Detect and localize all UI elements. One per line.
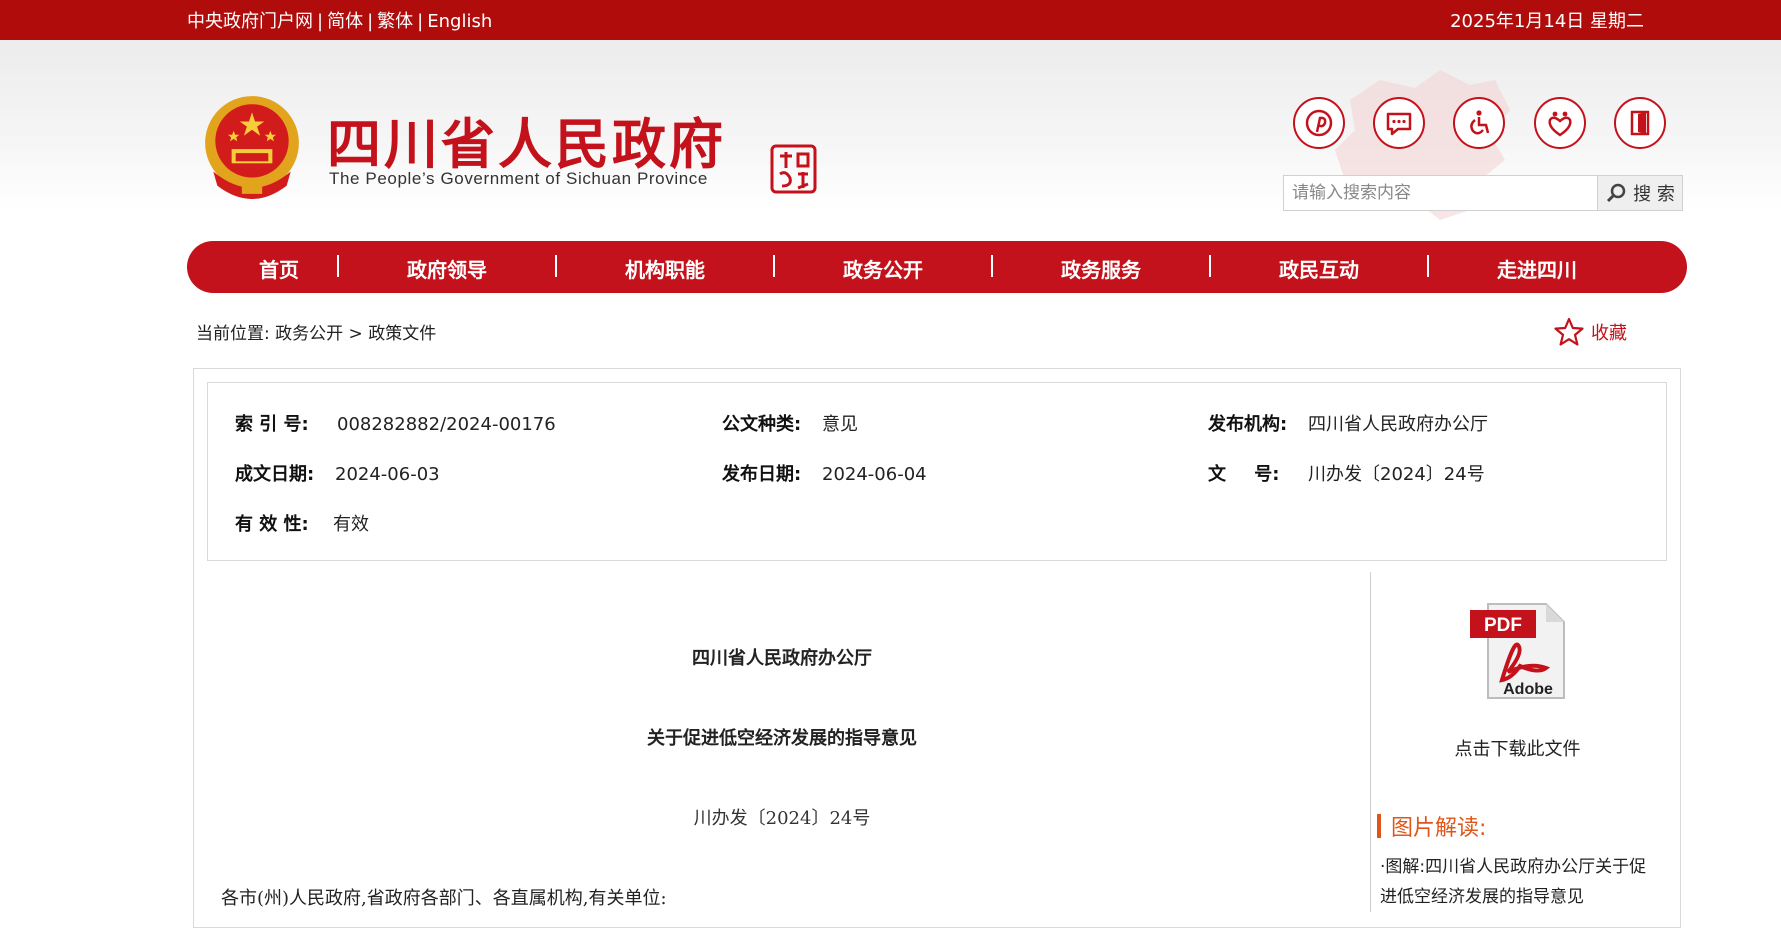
care-mode-button[interactable] (1534, 97, 1586, 149)
nav-divider (555, 255, 557, 277)
link-english[interactable]: English (427, 11, 492, 32)
pdf-icon[interactable]: PDF Adobe (1468, 600, 1568, 702)
message-icon (1386, 112, 1412, 136)
meta-validity-label: 有 效 性: (235, 514, 309, 535)
column-divider (1370, 572, 1371, 912)
nav-divider (1209, 255, 1211, 277)
link-central-gov[interactable]: 中央政府门户网 (187, 11, 313, 32)
top-bar: 中央政府门户网 | 简体 | 繁体 | English 2025年1月14日 星期二 (0, 0, 1781, 40)
picture-interpretation-link[interactable]: ·图解:四川省人民政府办公厅关于促进低空经济发展的指导意见 (1380, 852, 1660, 912)
nav-gov-affairs[interactable]: 政务公开 (843, 254, 923, 283)
exit-button[interactable] (1614, 97, 1666, 149)
pinterest-button[interactable] (1293, 97, 1345, 149)
accessibility-button[interactable] (1453, 97, 1505, 149)
link-simplified[interactable]: 简体 (327, 11, 363, 32)
meta-index-value: 008282882/2024-00176 (337, 414, 556, 435)
message-button[interactable] (1373, 97, 1425, 149)
heading-accent-bar (1377, 814, 1381, 838)
document-salutation: 各市(州)人民政府,省政府各部门、各直属机构,有关单位: (221, 888, 667, 909)
meta-publisher-label: 发布机构: (1208, 414, 1288, 435)
top-separator: | (317, 11, 324, 32)
breadcrumb-prefix: 当前位置: (196, 324, 270, 344)
favorite-label: 收藏 (1591, 323, 1627, 344)
pdf-badge-text: PDF (1484, 615, 1522, 636)
top-separator: | (367, 11, 374, 32)
meta-validity: 有 效 性: 有效 (235, 510, 369, 536)
meta-index-label: 索 引 号: (235, 414, 309, 435)
nav-divider (991, 255, 993, 277)
meta-category: 公文种类: 意见 (722, 410, 858, 436)
meta-docno-value: 川办发〔2024〕24号 (1308, 464, 1485, 485)
meta-publisher-value: 四川省人民政府办公厅 (1308, 414, 1488, 435)
meta-publisher: 发布机构: 四川省人民政府办公厅 (1208, 410, 1488, 436)
pdf-brand-text: Adobe (1503, 681, 1553, 698)
current-date: 2025年1月14日 星期二 (1450, 11, 1644, 32)
meta-doc-number: 文 号: 川办发〔2024〕24号 (1208, 460, 1485, 486)
meta-category-value: 意见 (822, 414, 858, 435)
search-button-label: 搜 索 (1633, 184, 1675, 205)
search-input[interactable] (1284, 176, 1599, 210)
document-number: 川办发〔2024〕24号 (693, 808, 871, 829)
nav-interaction[interactable]: 政民互动 (1279, 254, 1359, 283)
star-icon (1554, 317, 1584, 346)
meta-published-label: 发布日期: (722, 464, 802, 485)
picture-interpretation-heading: 图片解读: (1377, 810, 1486, 842)
meta-index: 索 引 号: 008282882/2024-00176 (235, 410, 556, 436)
seal-logo (770, 144, 817, 194)
pinterest-icon (1305, 109, 1333, 137)
accessibility-icon (1470, 110, 1490, 135)
meta-validity-value: 有效 (333, 514, 369, 535)
exit-icon (1630, 110, 1650, 136)
breadcrumb-separator: > (348, 324, 363, 344)
search-button[interactable]: 搜 索 (1597, 176, 1682, 210)
nav-services[interactable]: 政务服务 (1061, 254, 1141, 283)
breadcrumb-gov-affairs[interactable]: 政务公开 (275, 324, 343, 344)
link-traditional[interactable]: 繁体 (377, 11, 413, 32)
meta-category-label: 公文种类: (722, 414, 802, 435)
nav-home[interactable]: 首页 (259, 254, 299, 283)
national-emblem-icon (205, 96, 299, 199)
picture-interpretation-title: 图片解读: (1391, 816, 1487, 841)
search-icon (1607, 183, 1626, 203)
site-subtitle: The People’s Government of Sichuan Provi… (329, 169, 708, 188)
nav-divider (1427, 255, 1429, 277)
top-links: 中央政府门户网 | 简体 | 繁体 | English (187, 7, 492, 33)
meta-written-date: 成文日期: 2024-06-03 (235, 460, 440, 486)
nav-functions[interactable]: 机构职能 (625, 254, 705, 283)
nav-leaders[interactable]: 政府领导 (407, 254, 487, 283)
breadcrumb: 当前位置: 政务公开 > 政策文件 (196, 319, 436, 344)
nav-divider (773, 255, 775, 277)
site-title: 四川省人民政府 (327, 113, 726, 176)
meta-published-date: 发布日期: 2024-06-04 (722, 460, 927, 486)
nav-about-sichuan[interactable]: 走进四川 (1497, 254, 1577, 283)
meta-published-value: 2024-06-04 (822, 464, 927, 485)
download-file-link[interactable]: 点击下载此文件 (1375, 735, 1660, 761)
main-nav: 首页 政府领导 机构职能 政务公开 政务服务 政民互动 走进四川 (187, 241, 1687, 293)
meta-written-label: 成文日期: (235, 464, 315, 485)
document-issuer: 四川省人民政府办公厅 (692, 648, 872, 669)
breadcrumb-policy-docs[interactable]: 政策文件 (368, 324, 436, 344)
top-separator: | (417, 11, 424, 32)
meta-docno-label: 文 号: (1208, 464, 1280, 485)
nav-divider (337, 255, 339, 277)
favorite-button[interactable]: 收藏 (1553, 316, 1627, 348)
care-mode-icon (1548, 111, 1572, 137)
document-meta-table: 索 引 号: 008282882/2024-00176 公文种类: 意见 发布机构:… (207, 382, 1667, 561)
search-box: 搜 索 (1283, 175, 1683, 211)
document-title: 关于促进低空经济发展的指导意见 (647, 728, 917, 749)
meta-written-value: 2024-06-03 (335, 464, 440, 485)
site-header: 四川省人民政府 The People’s Government of Sichu… (0, 40, 1781, 220)
